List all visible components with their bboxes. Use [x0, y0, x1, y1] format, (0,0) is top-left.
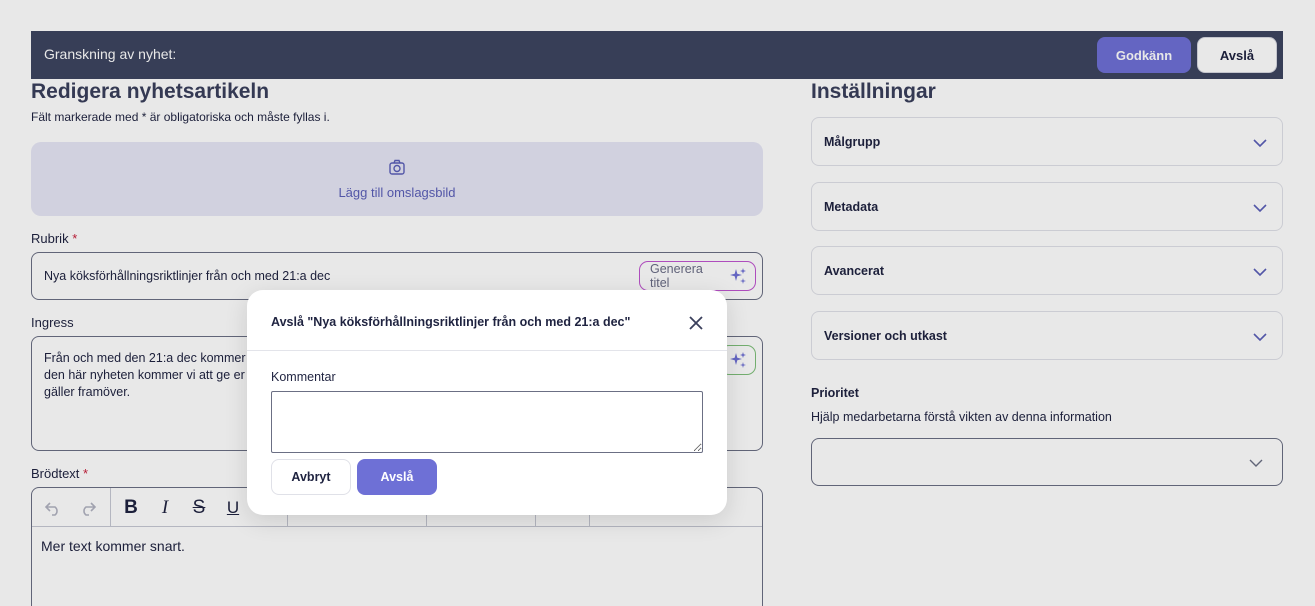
reject-dialog: Avslå "Nya köksförhållningsriktlinjer fr…: [247, 290, 727, 515]
comment-textarea[interactable]: [271, 391, 703, 453]
cancel-button[interactable]: Avbryt: [271, 459, 351, 495]
close-dialog-button[interactable]: [687, 314, 705, 332]
comment-label: Kommentar: [271, 370, 336, 384]
dialog-divider: [247, 350, 727, 351]
dialog-title: Avslå "Nya köksförhållningsriktlinjer fr…: [271, 315, 631, 329]
close-icon: [689, 316, 703, 330]
confirm-reject-button[interactable]: Avslå: [357, 459, 437, 495]
